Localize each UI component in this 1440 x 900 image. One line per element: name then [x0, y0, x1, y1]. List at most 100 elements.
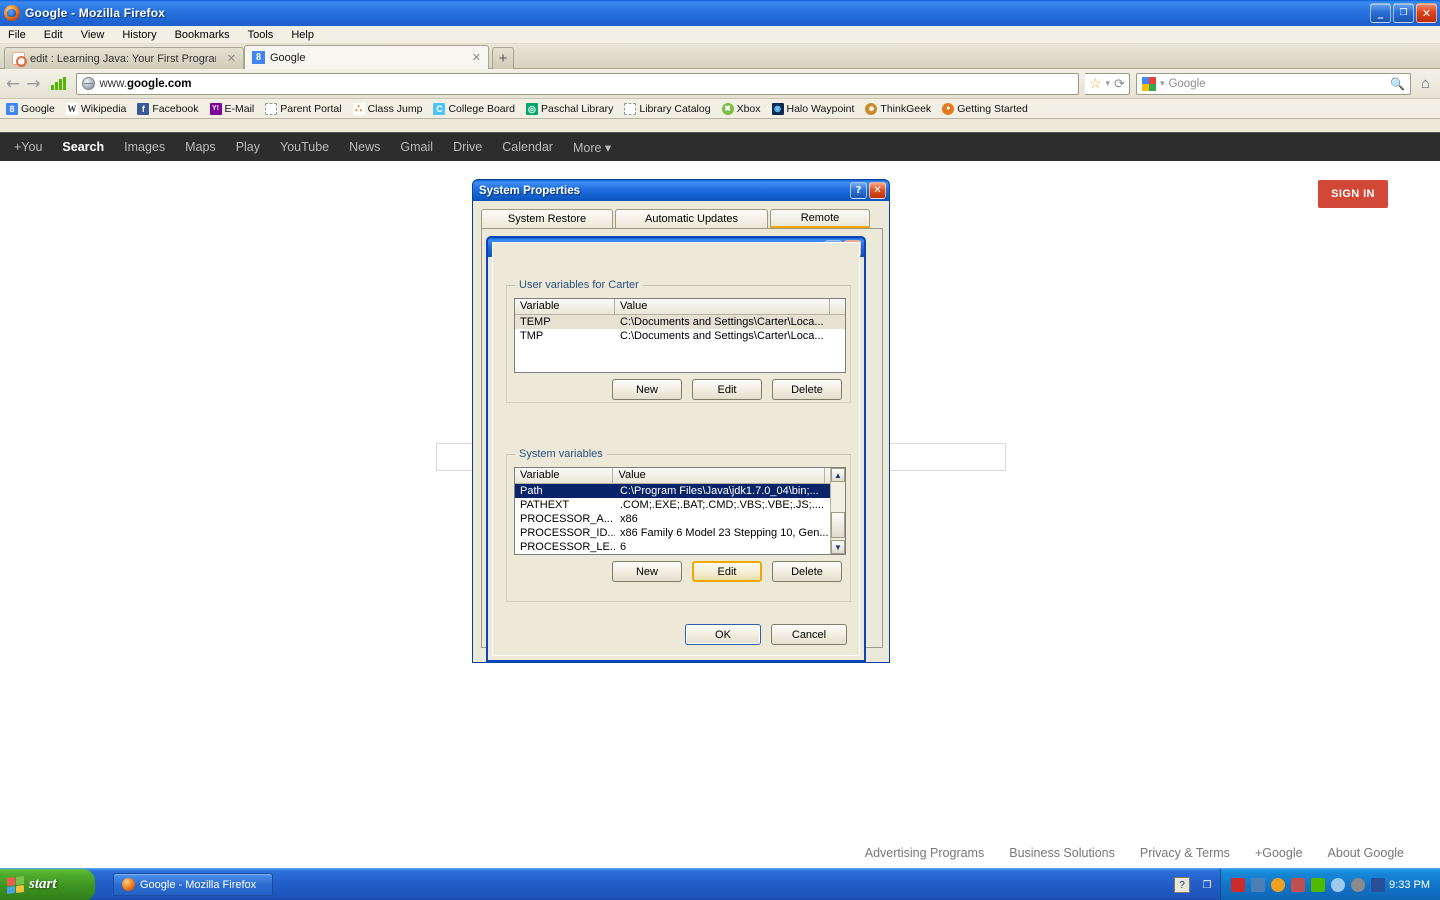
bookmark-getting-started[interactable]: ● Getting Started	[942, 102, 1028, 115]
minimize-button[interactable]: _	[1370, 3, 1391, 23]
system-variables-scrollbar[interactable]: ▲ ▼	[830, 468, 845, 554]
user-variables-list[interactable]: Variable Value TEMP C:\Documents and Set…	[514, 298, 846, 373]
bookmark-library-catalog[interactable]: Library Catalog	[624, 102, 711, 115]
system-new-button[interactable]: New	[612, 561, 682, 582]
menu-history[interactable]: History	[122, 29, 156, 41]
system-delete-button[interactable]: Delete	[772, 561, 842, 582]
menu-bookmarks[interactable]: Bookmarks	[175, 29, 230, 41]
tab-remote[interactable]: Remote	[770, 209, 870, 228]
nav-play[interactable]: Play	[236, 140, 260, 154]
menu-file[interactable]: File	[8, 29, 26, 41]
bookmark-thinkgeek[interactable]: ☻ ThinkGeek	[865, 102, 931, 115]
new-tab-button[interactable]: +	[492, 47, 514, 69]
tablet-icon[interactable]	[1371, 878, 1385, 892]
bookmark-email[interactable]: Y! E-Mail	[209, 102, 254, 115]
search-bar[interactable]: ▾ Google 🔍	[1135, 72, 1411, 95]
scrollbar-thumb[interactable]	[831, 512, 845, 538]
back-button-icon[interactable]: ←	[6, 74, 20, 94]
nav-plus-you[interactable]: +You	[14, 140, 42, 154]
column-header-value[interactable]: Value	[613, 468, 825, 483]
footer-advertising-programs[interactable]: Advertising Programs	[865, 846, 985, 860]
search-input[interactable]: Google	[1168, 78, 1386, 90]
antivirus-icon[interactable]	[1271, 878, 1285, 892]
table-row[interactable]: Path C:\Program Files\Java\jdk1.7.0_04\b…	[515, 484, 830, 498]
browser-tab-google[interactable]: 8 Google ✕	[244, 45, 489, 69]
ok-button[interactable]: OK	[685, 624, 761, 645]
footer-business-solutions[interactable]: Business Solutions	[1009, 846, 1115, 860]
tab-automatic-updates[interactable]: Automatic Updates	[615, 209, 768, 228]
table-row[interactable]: PROCESSOR_ID... x86 Family 6 Model 23 St…	[515, 526, 830, 540]
user-edit-button[interactable]: Edit	[692, 379, 762, 400]
adobe-icon[interactable]	[1231, 878, 1245, 892]
star-icon[interactable]: ☆	[1089, 75, 1102, 92]
nav-youtube[interactable]: YouTube	[280, 140, 329, 154]
signal-icon[interactable]	[1311, 878, 1325, 892]
system-variables-list[interactable]: Variable Value Path C:\Program Files\Jav…	[514, 467, 846, 555]
update-icon[interactable]	[1291, 878, 1305, 892]
table-row[interactable]: PATHEXT .COM;.EXE;.BAT;.CMD;.VBS;.VBE;.J…	[515, 498, 830, 512]
tab-close-icon[interactable]: ✕	[227, 52, 236, 65]
nav-more[interactable]: More ▾	[573, 140, 611, 155]
column-header-value[interactable]: Value	[615, 299, 830, 314]
bookmark-wikipedia[interactable]: W Wikipedia	[65, 102, 126, 115]
help-icon[interactable]: ?	[1174, 877, 1190, 893]
search-icon[interactable]	[1331, 878, 1345, 892]
table-row[interactable]: TMP C:\Documents and Settings\Carter\Loc…	[515, 329, 845, 343]
close-button[interactable]: ✕	[1416, 3, 1437, 23]
bookmark-parent-portal[interactable]: Parent Portal	[265, 102, 342, 115]
menu-tools[interactable]: Tools	[248, 29, 274, 41]
footer-plus-google[interactable]: +Google	[1255, 846, 1303, 860]
search-icon[interactable]: 🔍	[1390, 77, 1405, 91]
menu-view[interactable]: View	[81, 29, 105, 41]
bookmark-paschal-library[interactable]: ◎ Paschal Library	[525, 102, 613, 115]
nav-drive[interactable]: Drive	[453, 140, 482, 154]
show-desktop-icon[interactable]: ❐	[1199, 877, 1215, 893]
google-search-engine-icon[interactable]	[1141, 76, 1156, 91]
column-header-variable[interactable]: Variable	[515, 468, 614, 483]
scroll-up-button[interactable]: ▲	[831, 468, 845, 482]
address-bar[interactable]: www.google.com	[75, 72, 1079, 95]
search-engine-chevron-icon[interactable]: ▾	[1160, 78, 1165, 89]
nav-news[interactable]: News	[349, 140, 380, 154]
user-new-button[interactable]: New	[612, 379, 682, 400]
bookmark-controls[interactable]: ☆ ▾ ⟳	[1084, 72, 1130, 95]
maximize-button[interactable]: ❐	[1393, 3, 1414, 23]
bookmark-class-jump[interactable]: ∴ Class Jump	[352, 102, 422, 115]
reload-button-icon[interactable]: ⟳	[1114, 76, 1125, 92]
bookmark-halo-waypoint[interactable]: ◉ Halo Waypoint	[771, 102, 854, 115]
browser-tab-learning-java[interactable]: edit : Learning Java: Your First Program…	[4, 47, 244, 69]
nav-images[interactable]: Images	[124, 140, 165, 154]
cancel-button[interactable]: Cancel	[771, 624, 847, 645]
table-row[interactable]: PROCESSOR_A... x86	[515, 512, 830, 526]
bookmark-college-board[interactable]: C College Board	[433, 102, 515, 115]
system-edit-button[interactable]: Edit	[692, 561, 762, 582]
forward-button-icon[interactable]: →	[26, 74, 40, 94]
close-button[interactable]: ✕	[869, 182, 886, 199]
menu-help[interactable]: Help	[291, 29, 314, 41]
help-button[interactable]: ?	[850, 182, 867, 199]
start-button[interactable]: start	[0, 868, 95, 900]
speaker-icon[interactable]	[1351, 878, 1365, 892]
nav-search[interactable]: Search	[62, 140, 104, 154]
tab-close-icon[interactable]: ✕	[472, 51, 481, 64]
nav-calendar[interactable]: Calendar	[502, 140, 553, 154]
column-header-variable[interactable]: Variable	[515, 299, 615, 314]
footer-about-google[interactable]: About Google	[1328, 846, 1404, 860]
sign-in-button[interactable]: SIGN IN	[1318, 180, 1388, 208]
user-delete-button[interactable]: Delete	[772, 379, 842, 400]
network-icon[interactable]	[1251, 878, 1265, 892]
bookmark-facebook[interactable]: f Facebook	[137, 102, 199, 115]
menu-edit[interactable]: Edit	[44, 29, 63, 41]
nav-gmail[interactable]: Gmail	[400, 140, 433, 154]
tab-system-restore[interactable]: System Restore	[481, 209, 613, 228]
taskbar-clock[interactable]: 9:33 PM	[1389, 879, 1430, 891]
bookmark-xbox[interactable]: ✖ Xbox	[721, 102, 761, 115]
footer-privacy-terms[interactable]: Privacy & Terms	[1140, 846, 1230, 860]
home-button-icon[interactable]: ⌂	[1417, 75, 1434, 92]
nav-maps[interactable]: Maps	[185, 140, 216, 154]
table-row[interactable]: PROCESSOR_LE... 6	[515, 540, 830, 554]
table-row[interactable]: TEMP C:\Documents and Settings\Carter\Lo…	[515, 315, 845, 329]
chevron-down-icon[interactable]: ▾	[1106, 78, 1111, 89]
scroll-down-button[interactable]: ▼	[831, 540, 845, 554]
taskbar-item-firefox[interactable]: Google - Mozilla Firefox	[113, 873, 273, 896]
